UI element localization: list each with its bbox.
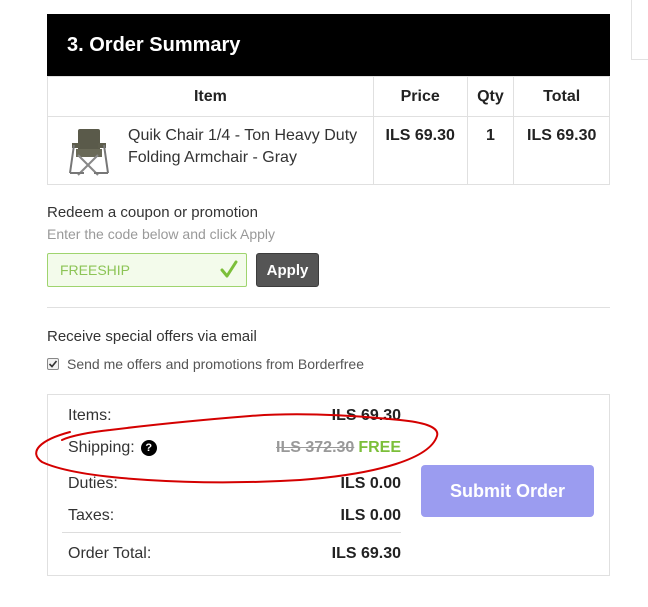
totals-divider [62, 532, 401, 533]
column-header-qty: Qty [466, 76, 515, 117]
shipping-label: Shipping: [68, 439, 135, 456]
product-thumbnail-chair[interactable] [66, 125, 110, 177]
table-row: Quik Chair 1/4 - Ton Heavy Duty Folding … [47, 116, 610, 185]
coupon-title: Redeem a coupon or promotion [47, 204, 258, 221]
duties-value: ILS 0.00 [340, 475, 401, 492]
taxes-label: Taxes: [68, 507, 115, 524]
help-icon[interactable]: ? [140, 440, 157, 456]
offers-checkbox[interactable] [47, 358, 59, 370]
divider [47, 307, 610, 308]
side-panel-edge [631, 0, 648, 60]
order-items-table: Item Price Qty Total Quik Chair 1/4 - To… [47, 76, 610, 185]
product-name[interactable]: Quik Chair 1/4 - Ton Heavy Duty Folding … [128, 125, 358, 169]
order-total-label: Order Total: [68, 545, 152, 562]
column-header-item: Item [47, 76, 374, 117]
table-header-row: Item Price Qty Total [47, 76, 610, 117]
product-price: ILS 69.30 [372, 116, 468, 185]
check-icon [220, 260, 238, 278]
shipping-label-wrap: Shipping:? [68, 439, 157, 457]
taxes-value: ILS 0.00 [340, 507, 401, 524]
offers-title: Receive special offers via email [47, 328, 257, 345]
shipping-value-wrap: ILS 372.30 FREE [276, 439, 401, 457]
apply-coupon-button[interactable]: Apply [256, 253, 319, 287]
column-header-price: Price [372, 76, 468, 117]
shipping-free-badge: FREE [358, 439, 401, 456]
item-cell: Quik Chair 1/4 - Ton Heavy Duty Folding … [47, 116, 374, 185]
coupon-hint: Enter the code below and click Apply [47, 226, 276, 242]
column-header-total: Total [513, 76, 610, 117]
section-title: 3. Order Summary [47, 14, 610, 76]
offers-checkbox-label[interactable]: Send me offers and promotions from Borde… [67, 356, 364, 372]
coupon-input[interactable] [48, 254, 218, 286]
shipping-original-price: ILS 372.30 [276, 439, 355, 456]
coupon-field [47, 253, 247, 287]
order-total-value: ILS 69.30 [331, 545, 401, 562]
product-total: ILS 69.30 [513, 116, 610, 185]
submit-order-button[interactable]: Submit Order [421, 465, 594, 517]
items-label: Items: [68, 407, 112, 424]
product-qty: 1 [466, 116, 515, 185]
items-value: ILS 69.30 [331, 407, 401, 424]
duties-label: Duties: [68, 475, 118, 492]
